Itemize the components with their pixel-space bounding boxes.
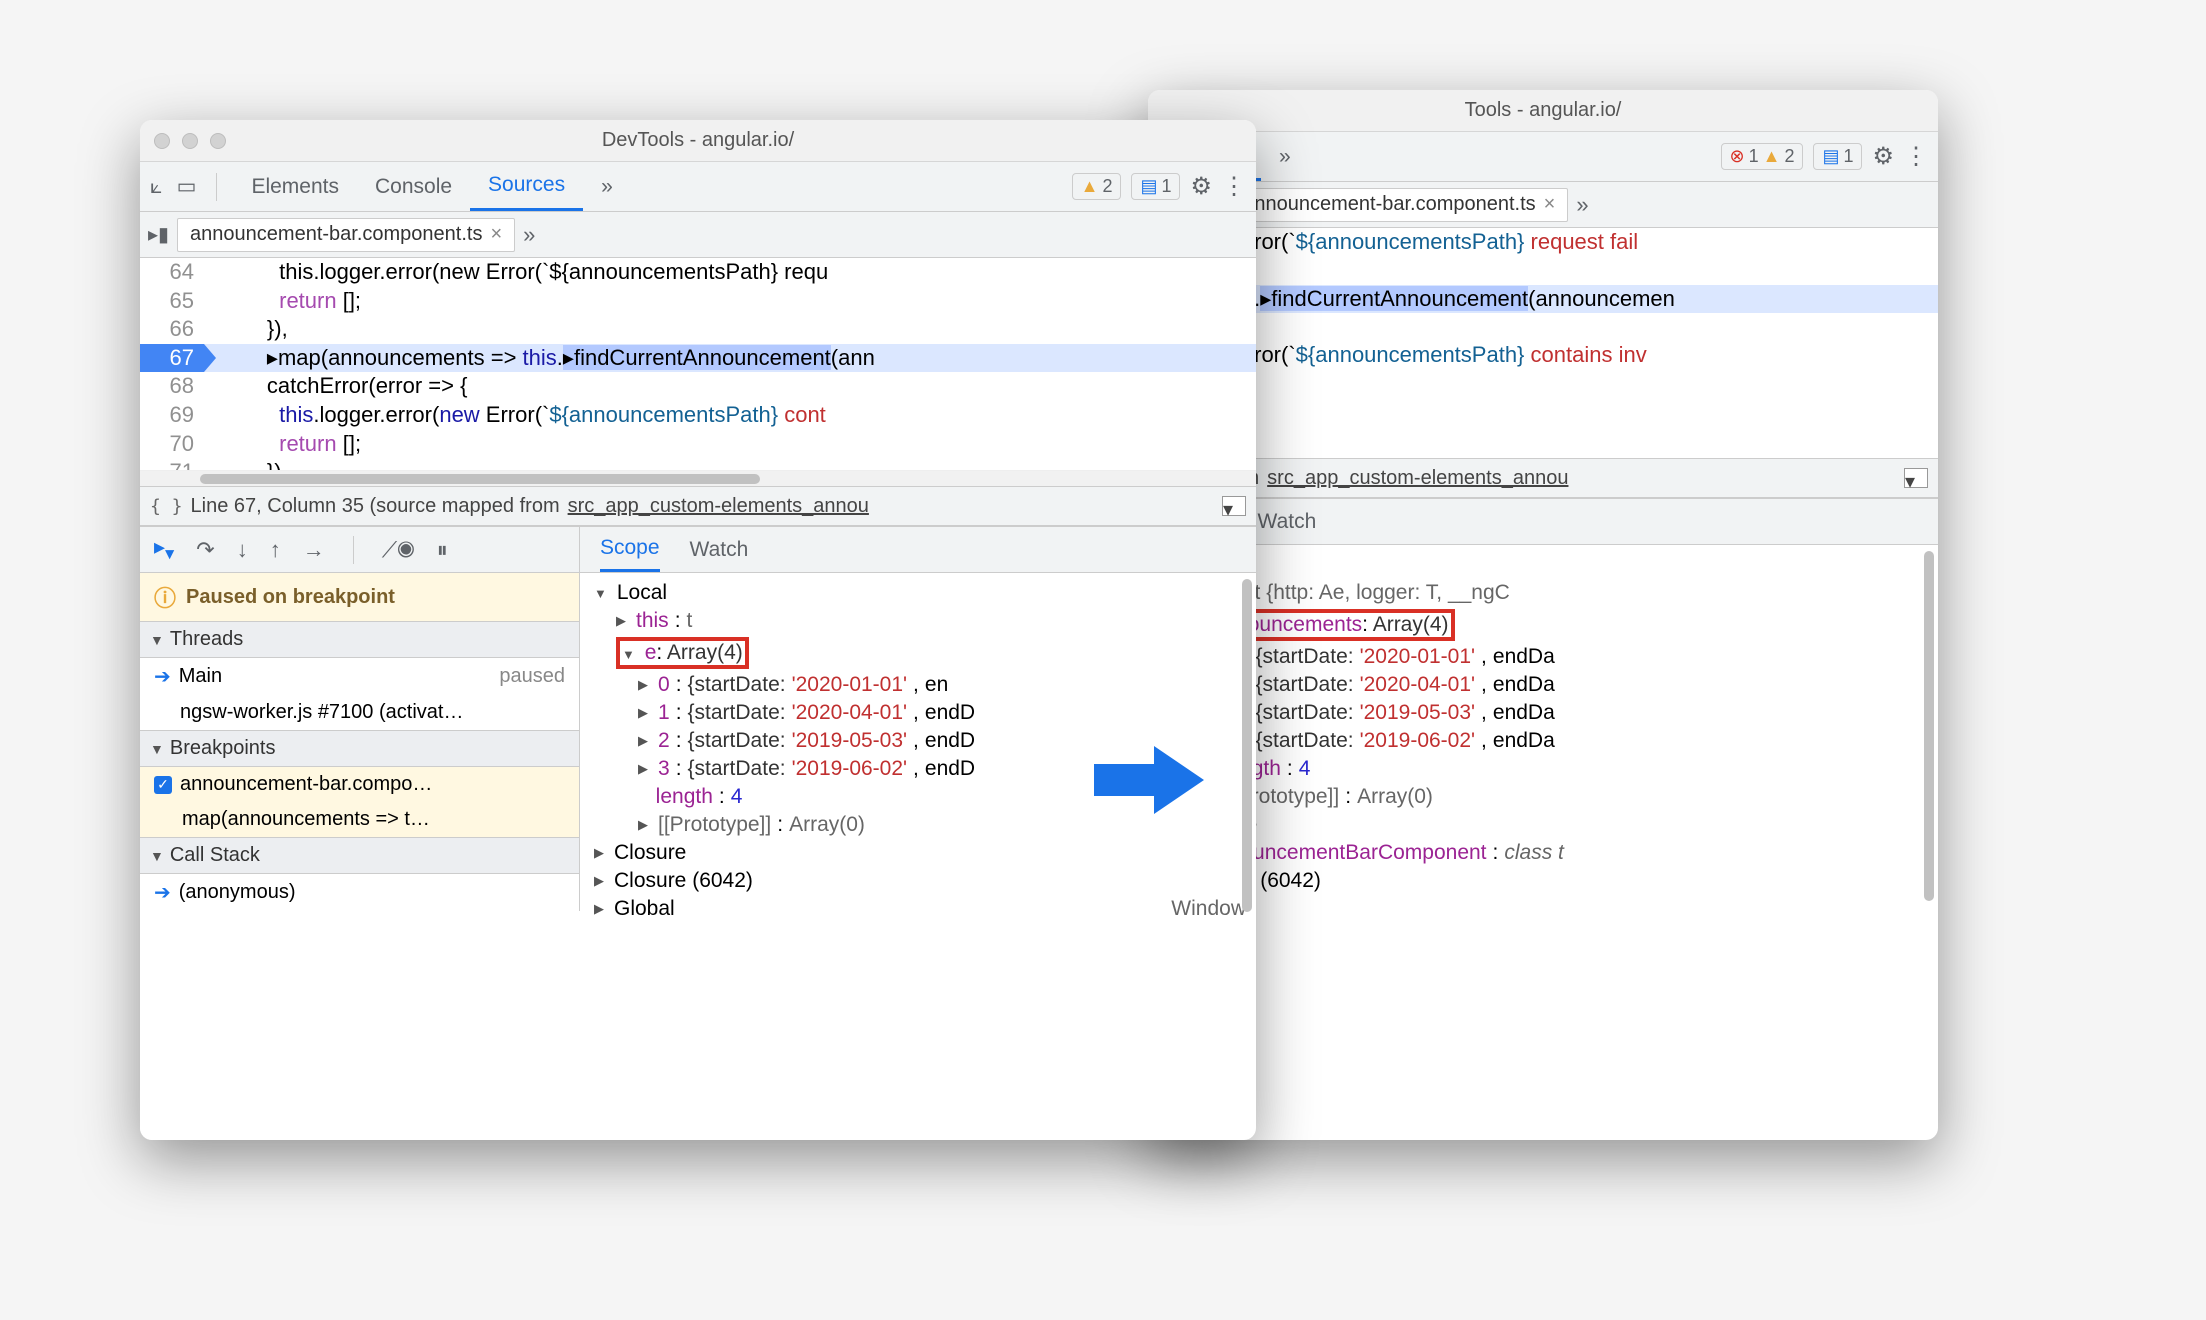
- scope-this[interactable]: this: t: [594, 607, 1246, 635]
- scope-closure-6042[interactable]: Closure (6042): [1162, 867, 1928, 895]
- scope-global[interactable]: GlobalWindow: [594, 895, 1246, 923]
- titlebar: Tools - angular.io/: [1148, 90, 1938, 132]
- devtools-window-left: DevTools - angular.io/ ⟀ ▭ Elements Cons…: [140, 120, 1256, 1140]
- scrollbar-vertical[interactable]: [1924, 551, 1936, 1134]
- gear-icon[interactable]: ⚙: [1872, 142, 1894, 171]
- status-bar: { } Line 67, Column 35 (source mapped fr…: [140, 486, 1256, 526]
- scope-closure[interactable]: Closure: [594, 839, 1246, 867]
- array-item[interactable]: 2: {startDate: '2019-05-03', endDa: [1162, 699, 1928, 727]
- debugger-panel: ▸▾ ↷ ↓ ↑ → ⟋◉ ⏸ ⓘ Paused on breakpoint ▼…: [140, 526, 1256, 1140]
- array-item[interactable]: 1: {startDate: '2020-04-01', endD: [594, 699, 1246, 727]
- warnings-badge[interactable]: ▲2: [1072, 173, 1122, 200]
- scope-tabs: Scope Watch: [580, 527, 1256, 573]
- scope-tabs: Scope Watch: [1148, 499, 1938, 545]
- more-files-icon[interactable]: »: [523, 222, 535, 248]
- thread-main[interactable]: ➔Mainpaused: [140, 658, 580, 695]
- info-icon: ⓘ: [154, 581, 176, 613]
- code-editor[interactable]: Error(`${announcementsPath} request fail…: [1148, 228, 1938, 458]
- tab-sources[interactable]: Sources: [470, 162, 583, 211]
- code-editor[interactable]: 64 this.logger.error(new Error(`${announ…: [140, 258, 1256, 470]
- callstack-frame[interactable]: ➔(anonymous): [140, 874, 580, 911]
- scope-variable-announcements[interactable]: announcements: Array(4): [1162, 607, 1928, 643]
- step-out-icon[interactable]: ↑: [270, 537, 281, 563]
- more-tabs-icon[interactable]: »: [1261, 132, 1309, 181]
- deactivate-bp-icon[interactable]: ⟋◉: [382, 537, 415, 563]
- main-toolbar: ⟀ ▭ Elements Console Sources » ▲2 ▤1 ⚙ ⋮: [140, 162, 1256, 212]
- file-nav-icon[interactable]: ▸▮: [148, 222, 169, 247]
- close-icon[interactable]: ×: [1544, 193, 1556, 216]
- tab-watch[interactable]: Watch: [1258, 499, 1317, 544]
- select-icon[interactable]: ▾: [1222, 496, 1246, 516]
- resume-icon[interactable]: ▸▾: [154, 534, 174, 564]
- window-title: Tools - angular.io/: [1148, 99, 1938, 122]
- step-over-icon[interactable]: ↷: [196, 537, 214, 563]
- file-tabs: d8.js announcement-bar.component.ts × »: [1148, 182, 1938, 228]
- scope-panel[interactable]: Local this: t {http: Ae, logger: T, __ng…: [1148, 545, 1938, 1140]
- breakpoint-item[interactable]: ✓ announcement-bar.compo…: [140, 767, 580, 802]
- array-item[interactable]: 3: {startDate: '2019-06-02', endDa: [1162, 727, 1928, 755]
- annotation-arrow-icon: [1094, 746, 1204, 814]
- devtools-window-right: Tools - angular.io/ Sources » ⊗1 ▲2 ▤1 ⚙…: [1148, 90, 1938, 1140]
- kebab-icon[interactable]: ⋮: [1904, 142, 1928, 171]
- scrollbar-vertical[interactable]: [1242, 579, 1254, 1134]
- gear-icon[interactable]: ⚙: [1190, 172, 1212, 201]
- paused-banner: ⓘ Paused on breakpoint: [140, 573, 580, 621]
- section-threads[interactable]: ▼Threads: [140, 621, 580, 658]
- debugger-sidebar: ▸▾ ↷ ↓ ↑ → ⟋◉ ⏸ ⓘ Paused on breakpoint ▼…: [140, 527, 580, 1140]
- more-files-icon[interactable]: »: [1576, 192, 1588, 218]
- tab-elements[interactable]: Elements: [233, 162, 357, 211]
- status-bar: apped from src_app_custom-elements_annou…: [1148, 458, 1938, 498]
- checkbox-icon[interactable]: ✓: [154, 776, 172, 794]
- select-icon[interactable]: ▾: [1904, 468, 1928, 488]
- scope-this[interactable]: this: t {http: Ae, logger: T, __ngC: [1162, 579, 1928, 607]
- debug-controls: ▸▾ ↷ ↓ ↑ → ⟋◉ ⏸: [140, 527, 580, 573]
- close-icon[interactable]: ×: [490, 223, 502, 246]
- scope-local[interactable]: Local: [594, 579, 1246, 607]
- array-length: length: 4: [1162, 755, 1928, 783]
- device-icon[interactable]: ▭: [177, 174, 197, 199]
- sourcemap-link[interactable]: src_app_custom-elements_annou: [568, 495, 869, 518]
- scope-local[interactable]: Local: [1162, 551, 1928, 579]
- tab-console[interactable]: Console: [357, 162, 470, 211]
- array-item[interactable]: 0: {startDate: '2020-01-01', endDa: [1162, 643, 1928, 671]
- pretty-print-icon[interactable]: { }: [150, 496, 183, 517]
- file-tab-announcement[interactable]: announcement-bar.component.ts ×: [177, 218, 515, 252]
- errors-badge[interactable]: ⊗1 ▲2: [1721, 143, 1804, 170]
- debugger-panel: Scope Watch Local this: t {http: Ae, log…: [1148, 498, 1938, 1140]
- array-item[interactable]: 0: {startDate: '2020-01-01', en: [594, 671, 1246, 699]
- tab-watch[interactable]: Watch: [690, 527, 749, 572]
- thread-worker[interactable]: ngsw-worker.js #7100 (activat…: [140, 695, 580, 730]
- titlebar: DevTools - angular.io/: [140, 120, 1256, 162]
- array-item[interactable]: 1: {startDate: '2020-04-01', endDa: [1162, 671, 1928, 699]
- section-breakpoints[interactable]: ▼Breakpoints: [140, 730, 580, 767]
- sourcemap-link[interactable]: src_app_custom-elements_annou: [1267, 467, 1568, 490]
- pause-exceptions-icon[interactable]: ⏸: [437, 537, 448, 563]
- tab-scope[interactable]: Scope: [600, 527, 660, 572]
- scope-panel[interactable]: Local this: t e: Array(4) 0: {startDate:…: [580, 573, 1256, 1140]
- main-toolbar: Sources » ⊗1 ▲2 ▤1 ⚙ ⋮: [1148, 132, 1938, 182]
- scope-variable-e[interactable]: e: Array(4): [594, 635, 1246, 671]
- inspect-icon[interactable]: ⟀: [150, 175, 163, 199]
- more-tabs-icon[interactable]: »: [583, 162, 631, 211]
- messages-badge[interactable]: ▤1: [1131, 173, 1180, 200]
- window-title: DevTools - angular.io/: [140, 129, 1256, 152]
- breakpoint-code: map(announcements => t…: [140, 802, 580, 837]
- messages-badge[interactable]: ▤1: [1813, 143, 1862, 170]
- scope-closure-6042[interactable]: Closure (6042): [594, 867, 1246, 895]
- scope-closure[interactable]: Closure: [1162, 811, 1928, 839]
- file-tabs: ▸▮ announcement-bar.component.ts × »: [140, 212, 1256, 258]
- step-into-icon[interactable]: ↓: [237, 537, 248, 563]
- section-callstack[interactable]: ▼Call Stack: [140, 837, 580, 874]
- array-prototype[interactable]: [[Prototype]]: Array(0): [1162, 783, 1928, 811]
- kebab-icon[interactable]: ⋮: [1222, 172, 1246, 201]
- file-tab-announcement[interactable]: announcement-bar.component.ts ×: [1230, 188, 1568, 222]
- scrollbar-horizontal[interactable]: [140, 470, 1256, 486]
- closure-item[interactable]: AnnouncementBarComponent: class t: [1162, 839, 1928, 867]
- array-prototype[interactable]: [[Prototype]]: Array(0): [594, 811, 1246, 839]
- step-icon[interactable]: →: [303, 537, 325, 563]
